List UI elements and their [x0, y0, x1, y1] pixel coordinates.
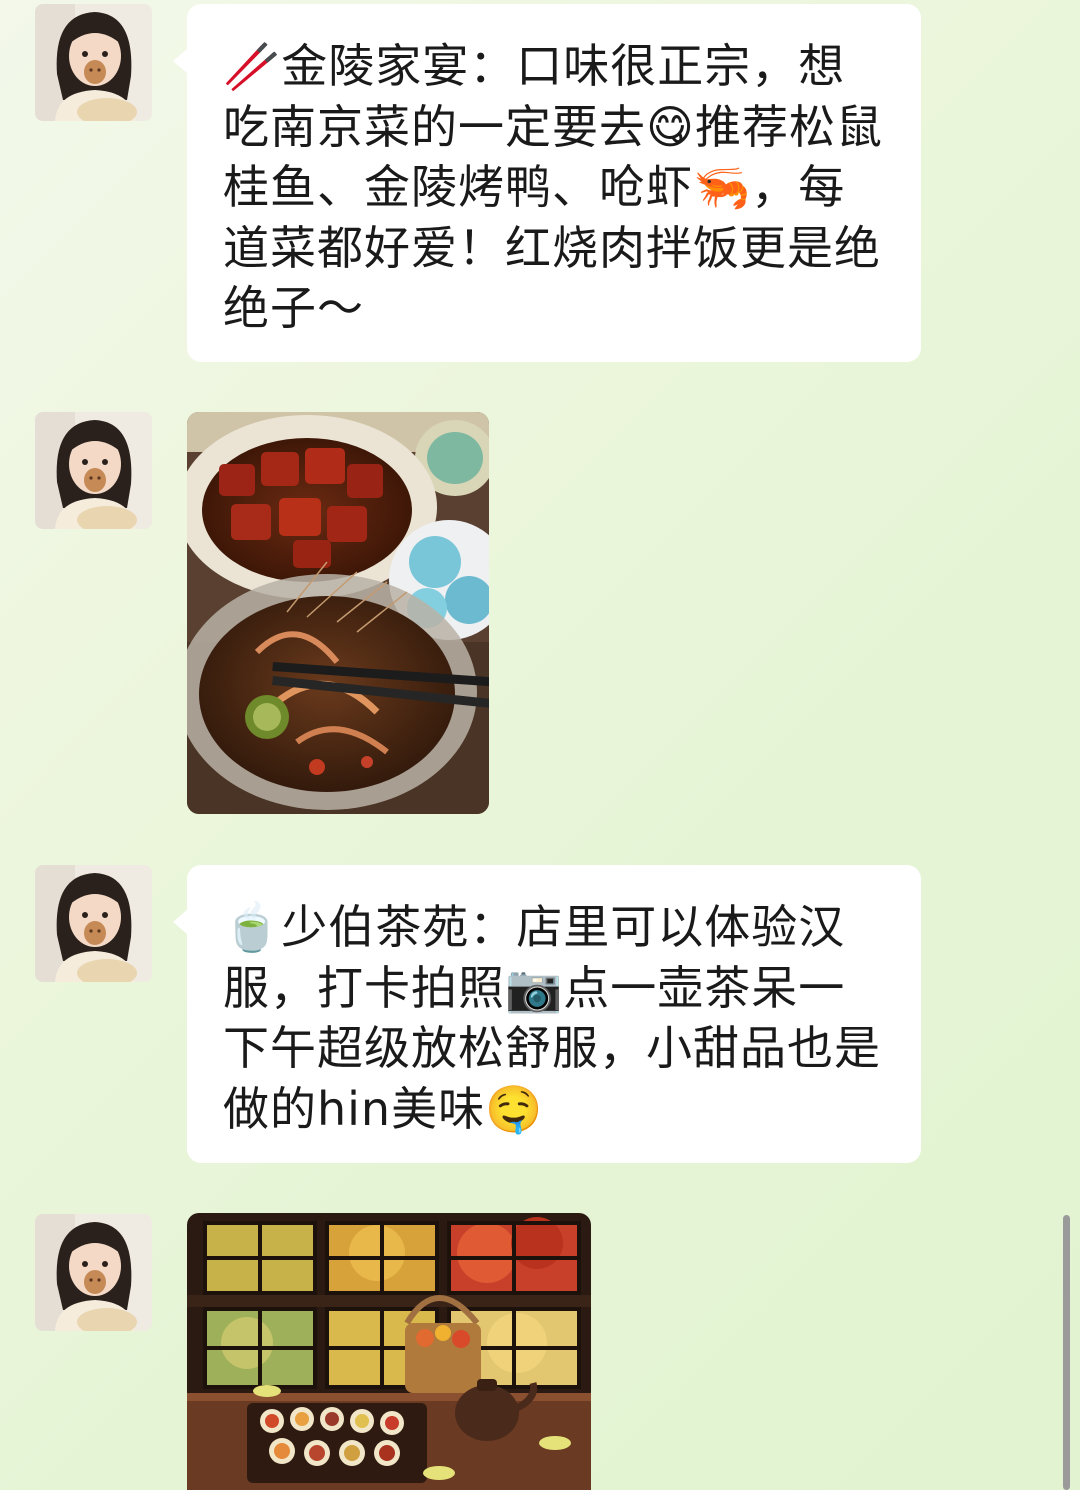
- teahouse-photo-message[interactable]: [187, 1213, 591, 1490]
- sender-avatar[interactable]: [35, 412, 152, 529]
- sender-avatar[interactable]: [35, 865, 152, 982]
- scrollbar[interactable]: [1063, 1215, 1070, 1490]
- sender-avatar[interactable]: [35, 1214, 152, 1331]
- message-text: 🥢金陵家宴：口味很正宗，想吃南京菜的一定要去😋推荐松鼠桂鱼、金陵烤鸭、呛虾🦐，每…: [223, 39, 883, 335]
- sender-avatar[interactable]: [35, 4, 152, 121]
- food-photo-message[interactable]: [187, 412, 489, 814]
- text-message-bubble[interactable]: 🍵少伯茶苑：店里可以体验汉服，打卡拍照📷点一壶茶呆一下午超级放松舒服，小甜品也是…: [173, 865, 921, 1163]
- message-text: 🍵少伯茶苑：店里可以体验汉服，打卡拍照📷点一壶茶呆一下午超级放松舒服，小甜品也是…: [223, 900, 881, 1136]
- text-message-bubble[interactable]: 🥢金陵家宴：口味很正宗，想吃南京菜的一定要去😋推荐松鼠桂鱼、金陵烤鸭、呛虾🦐，每…: [173, 4, 921, 362]
